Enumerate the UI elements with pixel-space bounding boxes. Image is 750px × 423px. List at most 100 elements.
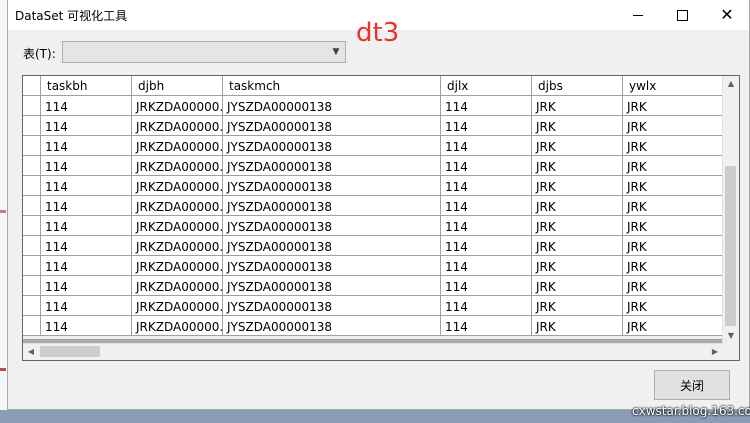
table-cell[interactable]: JRKZDA00000... xyxy=(132,296,223,316)
table-cell[interactable]: JRKZDA00000... xyxy=(132,216,223,236)
table-row[interactable]: 114 JRKZDA00000... JYSZDA00000138 114 JRK JRK xyxy=(23,296,723,316)
table-cell[interactable]: 114 xyxy=(41,296,132,316)
table-cell[interactable]: JRK xyxy=(623,196,723,216)
row-header[interactable] xyxy=(23,296,41,316)
table-cell[interactable]: JYSZDA00000138 xyxy=(223,116,441,136)
column-header[interactable]: djbs xyxy=(532,76,623,96)
table-cell[interactable]: JRKZDA00000... xyxy=(132,156,223,176)
row-header[interactable] xyxy=(23,216,41,236)
table-cell[interactable]: JRK xyxy=(623,156,723,176)
table-cell[interactable]: 114 xyxy=(41,256,132,276)
table-row[interactable]: 114 JRKZDA00000... JYSZDA00000138 114 JRK JRK xyxy=(23,196,723,216)
table-cell[interactable]: 114 xyxy=(441,276,532,296)
table-cell[interactable]: 114 xyxy=(441,96,532,116)
table-cell[interactable]: JRK xyxy=(623,116,723,136)
maximize-button[interactable] xyxy=(660,0,704,30)
row-header[interactable] xyxy=(23,276,41,296)
table-cell[interactable]: JYSZDA00000138 xyxy=(223,216,441,236)
table-cell[interactable]: JRK xyxy=(532,236,623,256)
table-cell[interactable]: JYSZDA00000138 xyxy=(223,156,441,176)
row-header[interactable] xyxy=(23,196,41,216)
column-header[interactable]: djbh xyxy=(132,76,223,96)
table-cell[interactable]: JRK xyxy=(623,236,723,256)
table-cell[interactable]: JRK xyxy=(532,216,623,236)
row-header[interactable] xyxy=(23,316,41,336)
table-cell[interactable]: JYSZDA00000138 xyxy=(223,196,441,216)
table-cell[interactable]: JRK xyxy=(532,96,623,116)
row-header[interactable] xyxy=(23,136,41,156)
table-cell[interactable]: JRKZDA00000... xyxy=(132,196,223,216)
table-cell[interactable]: 114 xyxy=(41,316,132,336)
table-row[interactable]: 114 JRKZDA00000... JYSZDA00000138 114 JRK JRK xyxy=(23,156,723,176)
table-cell[interactable]: 114 xyxy=(41,156,132,176)
table-cell[interactable]: JRK xyxy=(532,296,623,316)
table-cell[interactable]: JYSZDA00000138 xyxy=(223,136,441,156)
column-header[interactable]: taskbh xyxy=(41,76,132,96)
horizontal-scroll-thumb[interactable] xyxy=(40,346,100,357)
table-cell[interactable]: 114 xyxy=(441,236,532,256)
table-cell[interactable]: JRKZDA00000... xyxy=(132,256,223,276)
table-cell[interactable]: 114 xyxy=(41,176,132,196)
table-cell[interactable]: JYSZDA00000138 xyxy=(223,96,441,116)
table-row[interactable]: 114 JRKZDA00000... JYSZDA00000138 114 JRK JRK xyxy=(23,236,723,256)
scroll-right-icon[interactable]: ▶ xyxy=(707,344,723,360)
table-cell[interactable]: 114 xyxy=(441,196,532,216)
close-button[interactable]: 关闭 xyxy=(654,370,730,400)
table-row[interactable]: 114 JRKZDA00000... JYSZDA00000138 114 JRK JRK xyxy=(23,176,723,196)
table-cell[interactable]: JRKZDA00000... xyxy=(132,96,223,116)
table-cell[interactable]: 114 xyxy=(441,216,532,236)
table-cell[interactable]: 114 xyxy=(41,236,132,256)
table-cell[interactable]: 114 xyxy=(441,316,532,336)
table-cell[interactable]: JRK xyxy=(532,196,623,216)
table-cell[interactable]: 114 xyxy=(41,136,132,156)
table-cell[interactable]: JYSZDA00000138 xyxy=(223,176,441,196)
window-close-button[interactable]: ✕ xyxy=(705,0,749,30)
table-cell[interactable]: JRK xyxy=(623,96,723,116)
table-cell[interactable]: JRK xyxy=(623,316,723,336)
table-cell[interactable]: JYSZDA00000138 xyxy=(223,296,441,316)
table-cell[interactable]: JRK xyxy=(532,276,623,296)
table-row[interactable]: 114 JRKZDA00000... JYSZDA00000138 114 JRK JRK xyxy=(23,136,723,156)
table-cell[interactable]: JYSZDA00000138 xyxy=(223,256,441,276)
row-header[interactable] xyxy=(23,176,41,196)
row-header[interactable] xyxy=(23,256,41,276)
scroll-up-icon[interactable]: ▲ xyxy=(723,76,739,92)
table-row[interactable]: 114 JRKZDA00000... JYSZDA00000138 114 JRK JRK xyxy=(23,316,723,336)
row-header[interactable] xyxy=(23,156,41,176)
table-selector-dropdown[interactable]: ▼ xyxy=(62,41,346,63)
table-cell[interactable]: JRK xyxy=(532,176,623,196)
row-header[interactable] xyxy=(23,96,41,116)
minimize-button[interactable] xyxy=(616,0,660,30)
table-cell[interactable]: JYSZDA00000138 xyxy=(223,236,441,256)
table-cell[interactable]: JRKZDA00000... xyxy=(132,176,223,196)
column-header[interactable]: ywlx xyxy=(623,76,723,96)
table-cell[interactable]: 114 xyxy=(441,256,532,276)
table-row[interactable]: 114 JRKZDA00000... JYSZDA00000138 114 JRK JRK xyxy=(23,276,723,296)
table-cell[interactable]: JRKZDA00000... xyxy=(132,316,223,336)
data-grid[interactable]: taskbh djbh taskmch djlx djbs ywlx 114 JR… xyxy=(22,75,740,361)
grid-corner-header[interactable] xyxy=(23,76,41,96)
table-cell[interactable]: JRK xyxy=(532,256,623,276)
table-cell[interactable]: JRK xyxy=(623,256,723,276)
table-cell[interactable]: 114 xyxy=(41,116,132,136)
table-cell[interactable]: 114 xyxy=(441,136,532,156)
vertical-scrollbar[interactable]: ▲ ▼ xyxy=(722,76,739,344)
table-cell[interactable]: JRKZDA00000... xyxy=(132,236,223,256)
table-cell[interactable]: JRK xyxy=(623,276,723,296)
table-cell[interactable]: 114 xyxy=(441,116,532,136)
table-cell[interactable]: JRKZDA00000... xyxy=(132,276,223,296)
table-cell[interactable]: JRKZDA00000... xyxy=(132,136,223,156)
table-row[interactable]: 114 JRKZDA00000... JYSZDA00000138 114 JRK JRK xyxy=(23,96,723,116)
table-cell[interactable]: 114 xyxy=(41,276,132,296)
scroll-left-icon[interactable]: ◀ xyxy=(23,344,39,360)
table-row[interactable]: 114 JRKZDA00000... JYSZDA00000138 114 JRK JRK xyxy=(23,216,723,236)
table-cell[interactable]: JRK xyxy=(623,176,723,196)
table-cell[interactable]: JRK xyxy=(532,136,623,156)
table-row[interactable]: 114 JRKZDA00000... JYSZDA00000138 114 JRK JRK xyxy=(23,116,723,136)
table-cell[interactable]: JYSZDA00000138 xyxy=(223,316,441,336)
scroll-down-icon[interactable]: ▼ xyxy=(723,328,739,344)
row-header[interactable] xyxy=(23,236,41,256)
table-row[interactable]: 114 JRKZDA00000... JYSZDA00000138 114 JRK JRK xyxy=(23,256,723,276)
table-cell[interactable]: 114 xyxy=(41,196,132,216)
table-cell[interactable]: JYSZDA00000138 xyxy=(223,276,441,296)
